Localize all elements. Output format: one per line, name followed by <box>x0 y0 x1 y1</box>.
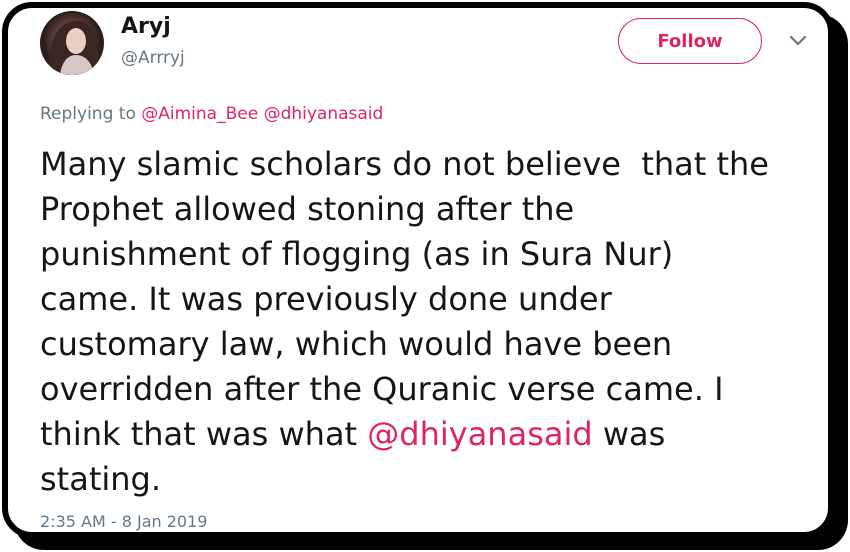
avatar[interactable] <box>40 11 104 75</box>
tweet-mention-link[interactable]: @dhiyanasaid <box>367 415 592 453</box>
follow-button[interactable]: Follow <box>618 18 762 64</box>
tweet-text: Many slamic scholars do not believe that… <box>40 142 820 502</box>
user-handle[interactable]: @Arrryj <box>121 48 185 68</box>
reply-mention-link[interactable]: @Aimina_Bee <box>141 104 258 124</box>
chevron-down-icon[interactable] <box>789 34 807 48</box>
replying-to-label: Replying to <box>40 104 142 124</box>
reply-mention-link[interactable]: @dhiyanasaid <box>264 104 384 124</box>
tweet-text-body: Many slamic scholars do not believe that… <box>40 145 769 453</box>
tweet-timestamp[interactable]: 2:35 AM - 8 Jan 2019 <box>40 512 207 531</box>
user-display-name[interactable]: Aryj <box>121 14 171 39</box>
replying-to: Replying to @Aimina_Bee @dhiyanasaid <box>40 104 383 124</box>
avatar-photo <box>49 20 99 75</box>
